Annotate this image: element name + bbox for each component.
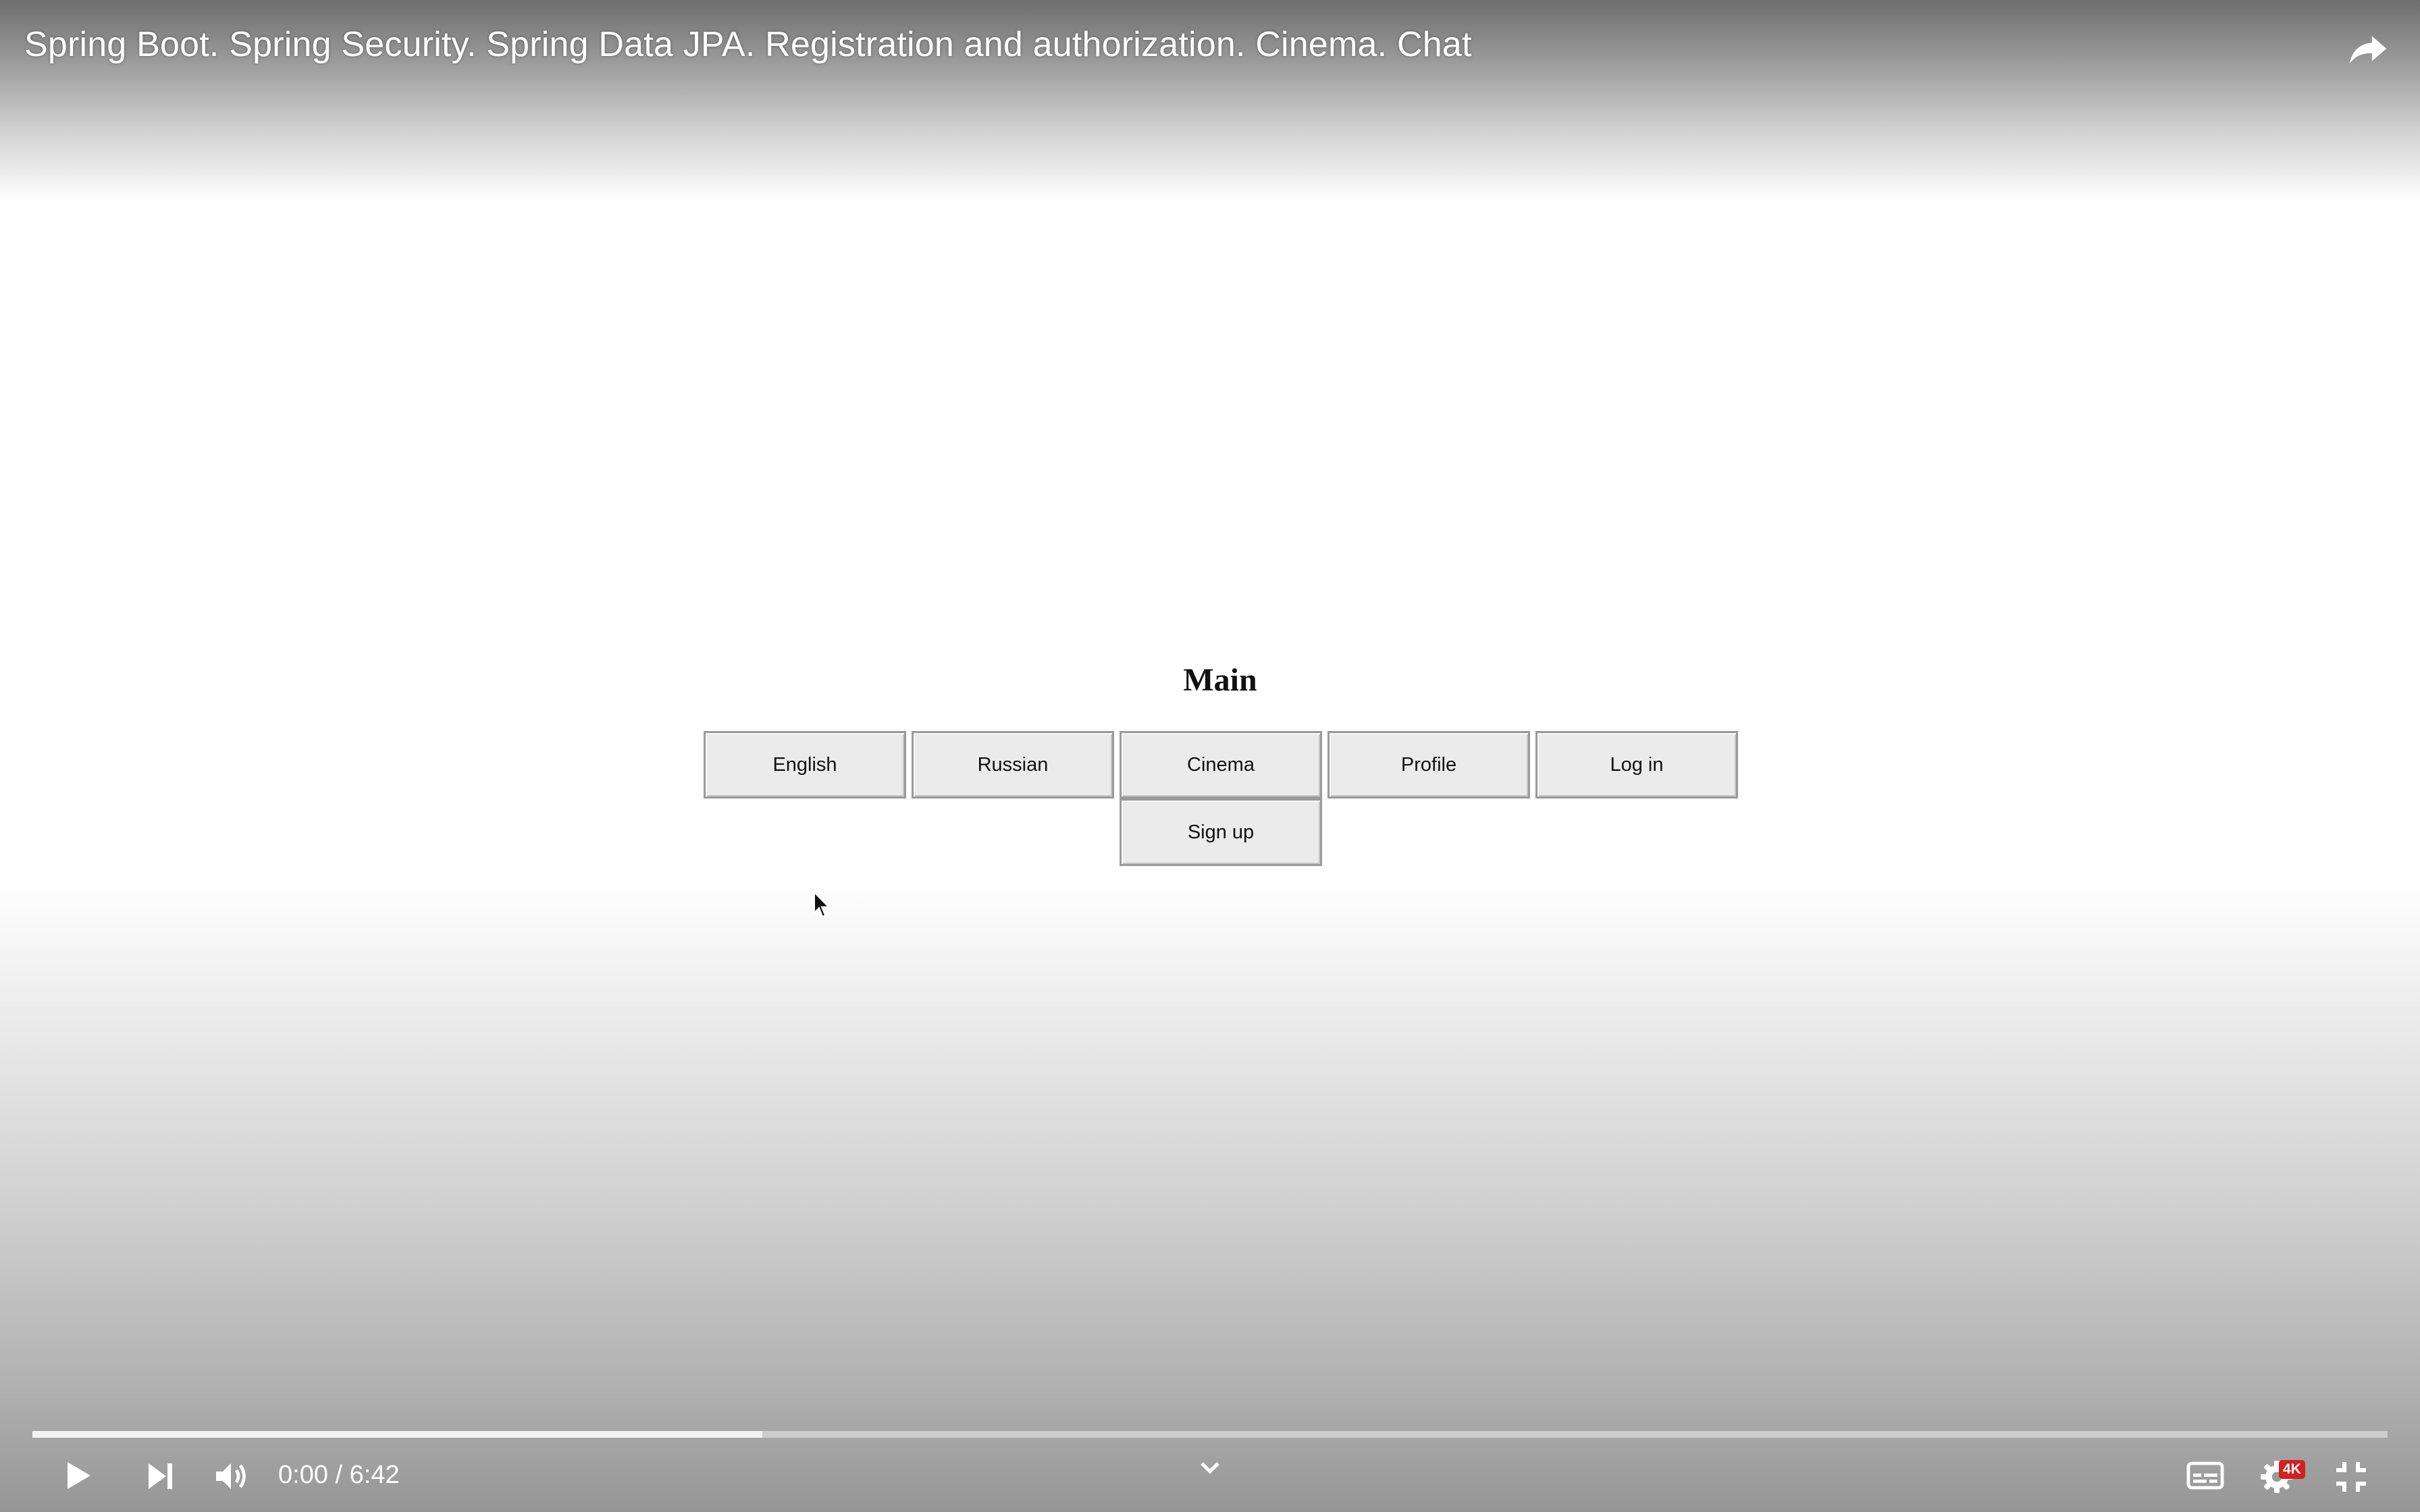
cinema-button[interactable]: Cinema bbox=[1120, 731, 1322, 799]
chevron-down-icon bbox=[1201, 1462, 1219, 1474]
share-arrow-icon bbox=[2349, 36, 2387, 64]
profile-button[interactable]: Profile bbox=[1327, 731, 1530, 799]
english-button[interactable]: English bbox=[704, 731, 906, 799]
volume-button[interactable] bbox=[212, 1458, 253, 1494]
sign-up-button[interactable]: Sign up bbox=[1120, 799, 1322, 866]
page-title: Main bbox=[1183, 662, 1257, 698]
next-button[interactable] bbox=[142, 1459, 180, 1493]
share-button[interactable] bbox=[2344, 24, 2392, 72]
current-time: 0:00 bbox=[278, 1461, 328, 1489]
russian-button[interactable]: Russian bbox=[912, 731, 1114, 799]
quality-badge: 4K bbox=[2279, 1460, 2305, 1479]
play-icon bbox=[68, 1462, 90, 1489]
progress-bar[interactable] bbox=[32, 1431, 2388, 1438]
video-title[interactable]: Spring Boot. Spring Security. Spring Dat… bbox=[24, 24, 1472, 65]
expand-button[interactable] bbox=[1196, 1458, 1224, 1478]
volume-icon bbox=[216, 1463, 246, 1489]
progress-buffer bbox=[32, 1431, 763, 1438]
exit-fullscreen-icon bbox=[2336, 1462, 2366, 1492]
bottom-gradient bbox=[0, 878, 2420, 1512]
log-in-button[interactable]: Log in bbox=[1535, 731, 1738, 799]
subtitles-button[interactable] bbox=[2186, 1461, 2224, 1490]
next-icon bbox=[149, 1463, 172, 1489]
play-button[interactable] bbox=[57, 1457, 97, 1494]
time-display: 0:00 / 6:42 bbox=[278, 1458, 400, 1492]
duration: 6:42 bbox=[349, 1461, 400, 1489]
mouse-cursor-icon bbox=[814, 891, 831, 918]
exit-fullscreen-button[interactable] bbox=[2334, 1459, 2369, 1494]
subtitles-icon bbox=[2186, 1461, 2224, 1490]
video-player: Spring Boot. Spring Security. Spring Dat… bbox=[0, 0, 2420, 1512]
time-separator: / bbox=[335, 1461, 343, 1489]
